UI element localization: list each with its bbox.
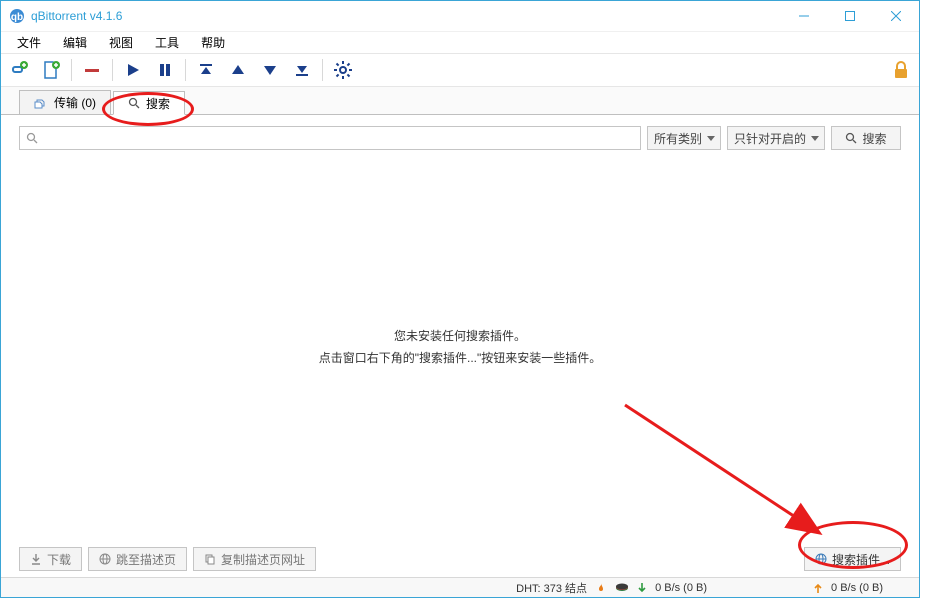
tab-transfers[interactable]: 传输 (0) — [19, 90, 111, 114]
maximize-button[interactable] — [827, 1, 873, 31]
menubar: 文件 编辑 视图 工具 帮助 — [1, 31, 919, 53]
move-up-button[interactable] — [226, 58, 250, 82]
down-arrow-icon — [637, 582, 647, 594]
search-icon — [845, 132, 857, 144]
menu-edit[interactable]: 编辑 — [53, 32, 97, 53]
globe-icon — [815, 553, 827, 565]
lock-button[interactable] — [889, 58, 913, 82]
separator — [185, 59, 186, 81]
tab-search[interactable]: 搜索 — [113, 91, 185, 115]
search-icon — [26, 132, 38, 144]
up-speed: 0 B/s (0 B) — [831, 582, 883, 594]
empty-message: 您未安装任何搜索插件。 点击窗口右下角的"搜索插件..."按钮来安装一些插件。 — [1, 155, 919, 541]
minimize-button[interactable] — [781, 1, 827, 31]
settings-button[interactable] — [331, 58, 355, 82]
search-input[interactable] — [19, 126, 641, 150]
close-button[interactable] — [873, 1, 919, 31]
menu-view[interactable]: 视图 — [99, 32, 143, 53]
titlebar: qb qBittorrent v4.1.6 — [1, 1, 919, 31]
search-button[interactable]: 搜索 — [831, 126, 901, 150]
copy-icon — [204, 553, 216, 565]
search-plugins-button[interactable]: 搜索插件... — [804, 547, 901, 571]
tab-transfers-label: 传输 (0) — [54, 94, 96, 111]
add-link-button[interactable] — [7, 58, 31, 82]
svg-text:qb: qb — [11, 12, 23, 23]
menu-tools[interactable]: 工具 — [145, 32, 189, 53]
goto-desc-button[interactable]: 跳至描述页 — [88, 547, 187, 571]
separator — [112, 59, 113, 81]
separator — [71, 59, 72, 81]
add-torrent-button[interactable] — [39, 58, 63, 82]
move-top-button[interactable] — [194, 58, 218, 82]
window-controls — [781, 1, 919, 31]
tab-search-label: 搜索 — [146, 95, 170, 112]
category-dropdown[interactable]: 所有类别 — [647, 126, 721, 150]
empty-line1: 您未安装任何搜索插件。 — [394, 326, 526, 348]
download-button[interactable]: 下载 — [19, 547, 82, 571]
empty-line2: 点击窗口右下角的"搜索插件..."按钮来安装一些插件。 — [319, 348, 602, 370]
disk-icon — [615, 583, 629, 593]
search-icon — [128, 97, 140, 109]
move-down-button[interactable] — [258, 58, 282, 82]
globe-icon — [99, 553, 111, 565]
menu-help[interactable]: 帮助 — [191, 32, 235, 53]
download-icon — [30, 553, 42, 565]
dht-status: DHT: 373 结点 — [516, 580, 587, 596]
window-title: qBittorrent v4.1.6 — [31, 9, 781, 23]
statusbar: DHT: 373 结点 0 B/s (0 B) 0 B/s (0 B) — [1, 577, 919, 597]
down-speed: 0 B/s (0 B) — [655, 582, 707, 594]
delete-button[interactable] — [80, 58, 104, 82]
app-window: qb qBittorrent v4.1.6 文件 编辑 视图 工具 帮助 — [0, 0, 920, 598]
fire-icon — [595, 582, 607, 594]
transfers-icon — [34, 96, 48, 110]
menu-file[interactable]: 文件 — [7, 32, 51, 53]
bottom-row: 下载 跳至描述页 复制描述页网址 搜索插件... — [1, 541, 919, 577]
app-icon: qb — [9, 8, 25, 24]
content-area: 您未安装任何搜索插件。 点击窗口右下角的"搜索插件..."按钮来安装一些插件。 … — [1, 155, 919, 577]
move-bottom-button[interactable] — [290, 58, 314, 82]
resume-button[interactable] — [121, 58, 145, 82]
pause-button[interactable] — [153, 58, 177, 82]
up-arrow-icon — [813, 582, 823, 594]
search-row: 所有类别 只针对开启的 搜索 — [1, 121, 919, 155]
separator — [322, 59, 323, 81]
scope-dropdown[interactable]: 只针对开启的 — [727, 126, 825, 150]
toolbar — [1, 53, 919, 87]
copy-url-button[interactable]: 复制描述页网址 — [193, 547, 316, 571]
tabstrip: 传输 (0) 搜索 — [1, 87, 919, 115]
